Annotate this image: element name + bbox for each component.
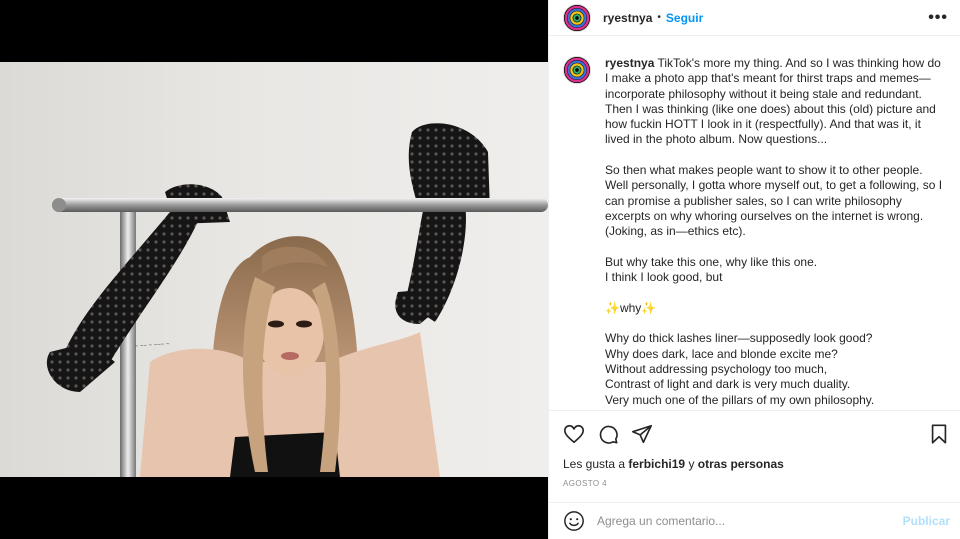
heart-icon[interactable] xyxy=(563,423,585,445)
likes-summary: Les gusta a ferbichi19 y otras personas xyxy=(563,457,784,471)
caption-line: Without addressing psychology too much, xyxy=(605,361,828,376)
likes-joiner: y xyxy=(688,457,695,471)
liker-username[interactable]: ferbichi19 xyxy=(628,457,685,471)
caption-text: ryestnya TikTok's more my thing. And so … xyxy=(605,56,944,409)
spiral-avatar-icon xyxy=(564,4,590,31)
photo-illustration: ~ ~~ ~ ~~~ ~ xyxy=(46,123,548,477)
author-username[interactable]: ryestnya xyxy=(603,11,652,25)
follow-button[interactable]: Seguir xyxy=(666,11,703,25)
emoji-icon[interactable] xyxy=(563,510,585,532)
post-sidebar: ryestnya • Seguir ••• ryestnya TikTok's … xyxy=(548,0,960,539)
caption-paragraph: So then what makes people want to show i… xyxy=(605,163,943,239)
author-avatar[interactable] xyxy=(563,3,591,32)
caption-username[interactable]: ryestnya xyxy=(605,56,654,70)
post-header: ryestnya • Seguir ••• xyxy=(549,0,960,36)
comment-bar: Publicar xyxy=(549,502,960,539)
bookmark-icon[interactable] xyxy=(928,423,950,445)
caption-line: I think I look good, but xyxy=(605,270,723,285)
caption-avatar[interactable] xyxy=(563,56,591,84)
comment-input[interactable] xyxy=(597,514,903,528)
more-options-icon[interactable]: ••• xyxy=(928,9,948,27)
caption-paragraph: ryestnya TikTok's more my thing. And so … xyxy=(605,56,944,148)
caption-line: Contrast of light and dark is very much … xyxy=(605,377,851,392)
caption-line: But why take this one, why like this one… xyxy=(605,254,818,269)
likes-prefix: Les gusta a xyxy=(563,457,626,471)
caption-line: Why do thick lashes liner—supposedly loo… xyxy=(605,331,873,346)
comment-icon[interactable] xyxy=(597,423,619,445)
caption-section: ryestnya TikTok's more my thing. And so … xyxy=(549,44,960,409)
post-comment-button[interactable]: Publicar xyxy=(903,514,950,528)
post-date[interactable]: AGOSTO 4 xyxy=(563,479,607,488)
svg-text:~ ~~ ~ ~~~ ~: ~ ~~ ~ ~~~ ~ xyxy=(135,342,171,350)
others-link[interactable]: otras personas xyxy=(698,457,784,471)
caption-line: Why does dark, lace and blonde excite me… xyxy=(605,346,838,361)
separator-dot: • xyxy=(657,12,661,23)
action-bar xyxy=(549,410,960,456)
share-icon[interactable] xyxy=(631,423,653,445)
caption-line: ✨why✨ xyxy=(605,300,657,315)
caption-line: Very much one of the pillars of my own p… xyxy=(605,392,875,407)
caption-line: TikTok's more my thing. And so I was thi… xyxy=(605,56,941,147)
spiral-avatar-icon xyxy=(564,57,590,83)
post-media: ~ ~~ ~ ~~~ ~ xyxy=(0,0,548,539)
post-photo[interactable]: ~ ~~ ~ ~~~ ~ xyxy=(0,62,548,477)
